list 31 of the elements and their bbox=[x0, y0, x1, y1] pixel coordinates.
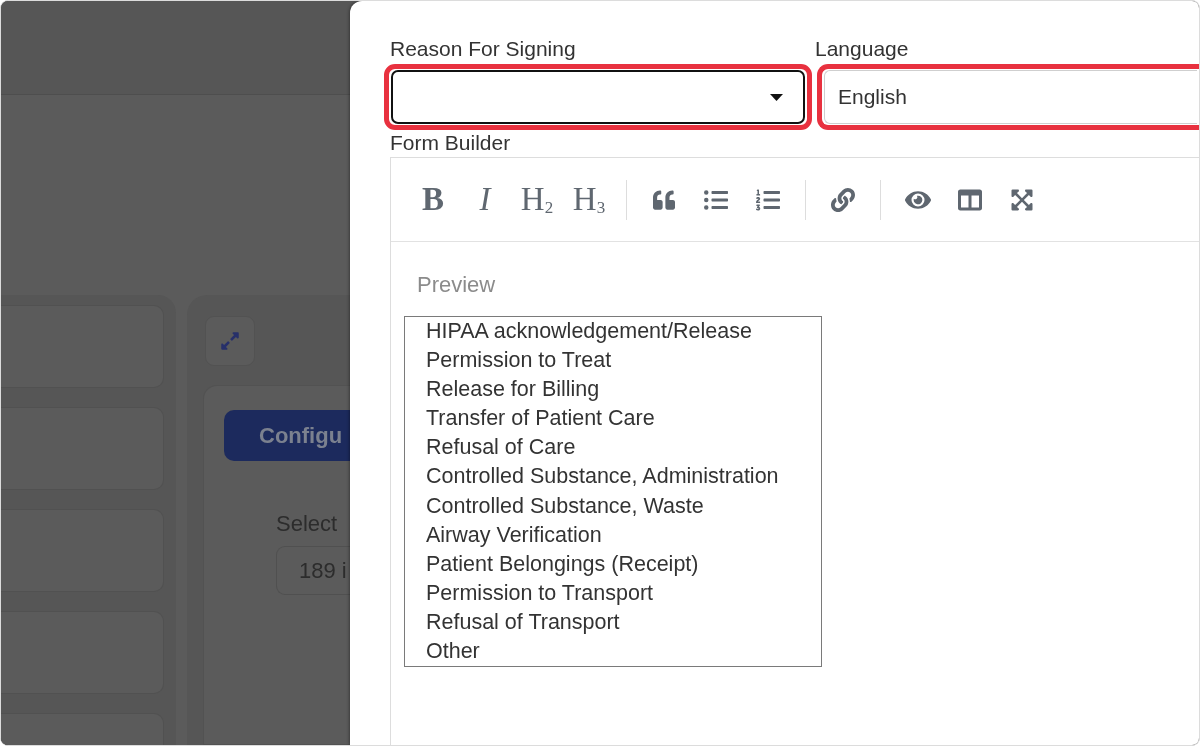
field-label: Language bbox=[815, 36, 909, 61]
primary-button[interactable]: Configu bbox=[224, 410, 350, 461]
list-option[interactable]: Transfer of Patient Care bbox=[405, 404, 821, 434]
heading-button[interactable]: H$_{2}$ bbox=[514, 176, 560, 223]
preview-label: Preview bbox=[417, 272, 496, 298]
language-field[interactable]: English bbox=[824, 70, 1197, 124]
italic-button[interactable]: I bbox=[462, 176, 508, 223]
list-option[interactable]: Permission to Treat bbox=[405, 346, 821, 376]
reason-select[interactable] bbox=[391, 70, 805, 124]
columns-icon bbox=[958, 187, 982, 212]
list-option[interactable]: Other bbox=[405, 637, 821, 667]
list-option[interactable]: Airway Verification bbox=[405, 520, 821, 550]
field-label: Reason For Signing bbox=[390, 36, 576, 61]
list-option[interactable]: Permission to Transport bbox=[405, 578, 821, 608]
field-label: Form Builder bbox=[390, 130, 511, 155]
expand-icon bbox=[220, 331, 240, 351]
fullscreen-icon bbox=[1010, 187, 1034, 212]
list-option[interactable]: Controlled Substance, Administration bbox=[405, 462, 821, 492]
caret-icon bbox=[770, 93, 783, 101]
list-option[interactable]: Patient Belongings (Receipt) bbox=[405, 549, 821, 579]
list-option[interactable]: Refusal of Transport bbox=[405, 607, 821, 638]
list-option[interactable]: HIPAA acknowledgement/Release bbox=[405, 317, 821, 347]
bold-button[interactable]: B bbox=[410, 176, 456, 223]
quote-icon bbox=[653, 188, 675, 211]
link-icon bbox=[831, 187, 855, 212]
numbered-list-icon bbox=[756, 187, 780, 212]
bullet-list-icon bbox=[704, 187, 728, 212]
list-option[interactable]: Controlled Substance, Waste bbox=[405, 491, 821, 521]
list-option[interactable]: Refusal of Care bbox=[405, 433, 821, 463]
list-option[interactable]: Release for Billing bbox=[405, 375, 821, 405]
heading-button[interactable]: H$_{3}$ bbox=[566, 176, 612, 223]
